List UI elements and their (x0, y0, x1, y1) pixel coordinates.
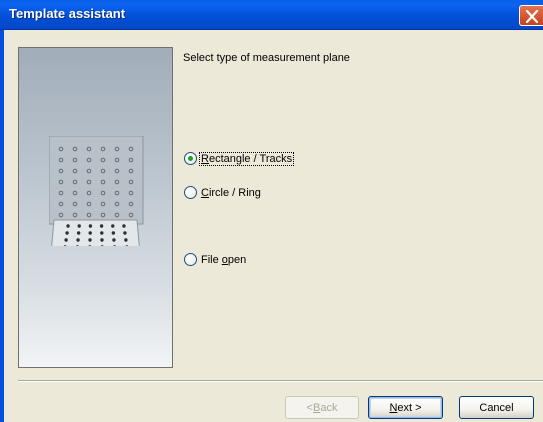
page-heading: Select type of measurement plane (183, 52, 350, 64)
grid-point (88, 238, 92, 242)
option-rectangle-tracks[interactable]: Rectangle / Tracks (184, 151, 295, 166)
title-bar: Template assistant (0, 0, 543, 30)
option-circle-ring[interactable]: Circle / Ring (184, 186, 262, 199)
grid-point (122, 224, 126, 228)
option-rectangle-label[interactable]: Rectangle / Tracks (198, 151, 295, 166)
radio-button-file-open[interactable] (184, 253, 197, 266)
grid-point (111, 231, 116, 235)
radio-button-rectangle[interactable] (184, 152, 197, 165)
grid-point (100, 231, 104, 235)
grid-point (124, 238, 128, 242)
measurement-plane-illustration (49, 136, 144, 246)
grid-point (112, 238, 116, 242)
grid-point (66, 224, 70, 228)
grid-point (76, 231, 81, 235)
grid-point (100, 238, 104, 242)
next-button[interactable]: Next > (368, 396, 443, 419)
grid-point (111, 224, 115, 228)
window-title: Template assistant (9, 6, 126, 21)
grid-point (99, 224, 104, 228)
cancel-button[interactable]: Cancel (459, 396, 534, 419)
button-separator (18, 380, 543, 382)
grid-point (88, 224, 93, 228)
illustration-panel (18, 47, 173, 368)
close-icon (525, 10, 539, 23)
close-button[interactable] (519, 5, 543, 26)
grid-point (65, 231, 69, 235)
back-button[interactable]: < Back (285, 396, 359, 419)
option-circle-label[interactable]: Circle / Ring (200, 187, 262, 199)
option-file-open[interactable]: File open (184, 253, 247, 266)
option-file-open-label[interactable]: File open (200, 254, 247, 266)
window-frame-left (0, 30, 4, 422)
grid-point (64, 238, 68, 242)
grid-point (88, 231, 92, 235)
grid-point (76, 238, 80, 242)
grid-point (77, 224, 81, 228)
radio-button-circle[interactable] (184, 186, 197, 199)
grid-point (123, 231, 127, 235)
